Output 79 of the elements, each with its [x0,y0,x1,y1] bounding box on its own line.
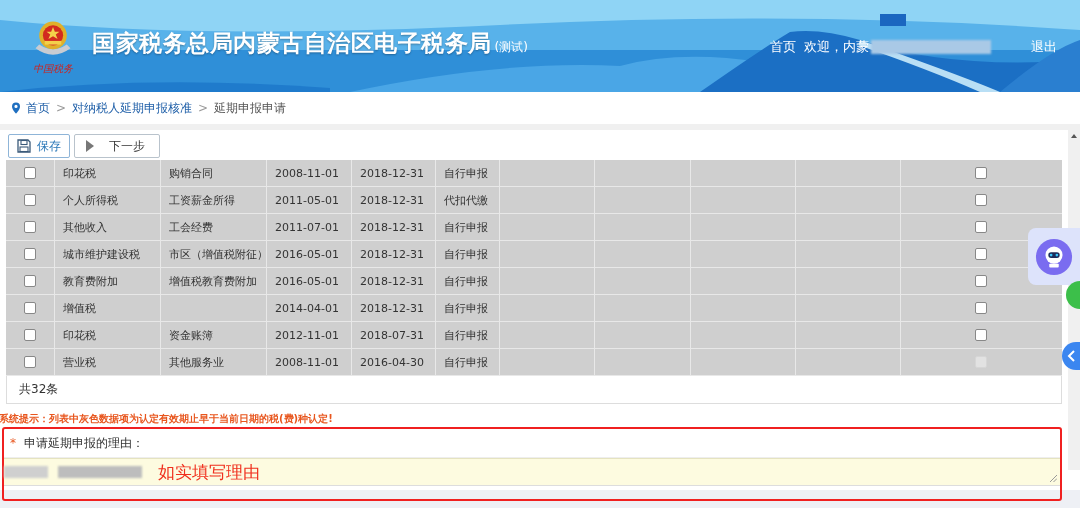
table-cell: 2012-11-01 [267,322,352,348]
table-cell: 城市维护建设税 [55,241,161,267]
table-cell: 自行申报 [436,349,500,375]
save-button[interactable]: 保存 [8,134,70,158]
table-cell: 2016-04-30 [352,349,436,375]
table-cell: 2018-12-31 [352,160,436,186]
table-cell: 增值税 [55,295,161,321]
table-cell: 印花税 [55,160,161,186]
breadcrumb-separator: > [198,101,209,115]
save-icon [17,139,31,153]
table-cell: 增值税教育费附加 [161,268,267,294]
table-cell: 2018-12-31 [352,241,436,267]
assistant-button[interactable] [1028,228,1080,285]
row-checkbox[interactable] [24,194,36,206]
row-checkbox[interactable] [974,248,987,260]
table-cell: 2018-12-31 [352,187,436,213]
table-cell: 2018-12-31 [352,268,436,294]
row-checkbox[interactable] [24,302,36,314]
table-cell: 2018-07-31 [352,322,436,348]
row-checkbox[interactable] [974,194,987,206]
resize-grip-icon[interactable] [1050,475,1057,482]
table-cell: 工资薪金所得 [161,187,267,213]
service-icon[interactable] [1064,280,1080,310]
table-cell: 资金账簿 [161,322,267,348]
table-cell: 工会经费 [161,214,267,240]
logo-caption: 中国税务 [33,63,73,75]
table-cell: 自行申报 [436,160,500,186]
row-checkbox[interactable] [974,221,987,233]
next-button[interactable]: 下一步 [74,134,160,158]
table-cell: 2016-05-01 [267,241,352,267]
collapse-icon[interactable] [1062,342,1080,370]
row-checkbox[interactable] [974,275,987,287]
location-pin-icon [12,102,20,114]
reason-field[interactable]: 如实填写理由 [4,458,1060,486]
row-checkbox[interactable] [24,329,36,341]
table-cell: 2018-12-31 [352,214,436,240]
table-cell: 市区（增值税附征） [161,241,267,267]
test-label: (测试) [494,38,528,56]
table-cell: 其他服务业 [161,349,267,375]
table-cell: 教育费附加 [55,268,161,294]
site-title: 国家税务总局内蒙古自治区电子税务局 [92,28,492,58]
table-cell: 自行申报 [436,214,500,240]
breadcrumb-separator: > [56,101,67,115]
row-checkbox[interactable] [974,167,987,179]
required-mark: * [10,436,16,450]
table-cell: 自行申报 [436,241,500,267]
annotation-text: 如实填写理由 [158,460,260,484]
table-cell: 自行申报 [436,268,500,294]
table-cell: 2008-11-01 [267,349,352,375]
robot-icon [1035,237,1073,276]
row-checkbox[interactable] [24,356,36,368]
table-cell: 购销合同 [161,160,267,186]
breadcrumb-current: 延期申报申请 [214,99,287,117]
row-checkbox[interactable] [974,329,987,341]
row-checkbox[interactable] [24,275,36,287]
scroll-up-icon[interactable] [1071,134,1077,138]
table-cell: 自行申报 [436,322,500,348]
field-label: 申请延期申报的理由： [24,434,144,452]
row-checkbox[interactable] [24,167,36,179]
table-cell: 2016-05-01 [267,268,352,294]
table-cell: 2014-04-01 [267,295,352,321]
row-checkbox[interactable] [974,302,987,314]
breadcrumb-link[interactable]: 对纳税人延期申报核准 [72,99,193,117]
redacted-text [4,466,48,478]
table-cell: 2008-11-01 [267,160,352,186]
table-cell: 2011-07-01 [267,214,352,240]
table-cell: 2018-12-31 [352,295,436,321]
row-checkbox[interactable] [24,248,36,260]
breadcrumb-link[interactable]: 首页 [26,99,50,117]
table-cell: 其他收入 [55,214,161,240]
home-link[interactable]: 首页 [770,38,796,56]
table-cell: 营业税 [55,349,161,375]
row-checkbox[interactable] [24,221,36,233]
table-cell: 个人所得税 [55,187,161,213]
table-cell: 2011-05-01 [267,187,352,213]
table-cell: 印花税 [55,322,161,348]
record-count: 共32条 [19,381,59,398]
table-cell: 自行申报 [436,295,500,321]
table-cell: 代扣代缴 [436,187,500,213]
